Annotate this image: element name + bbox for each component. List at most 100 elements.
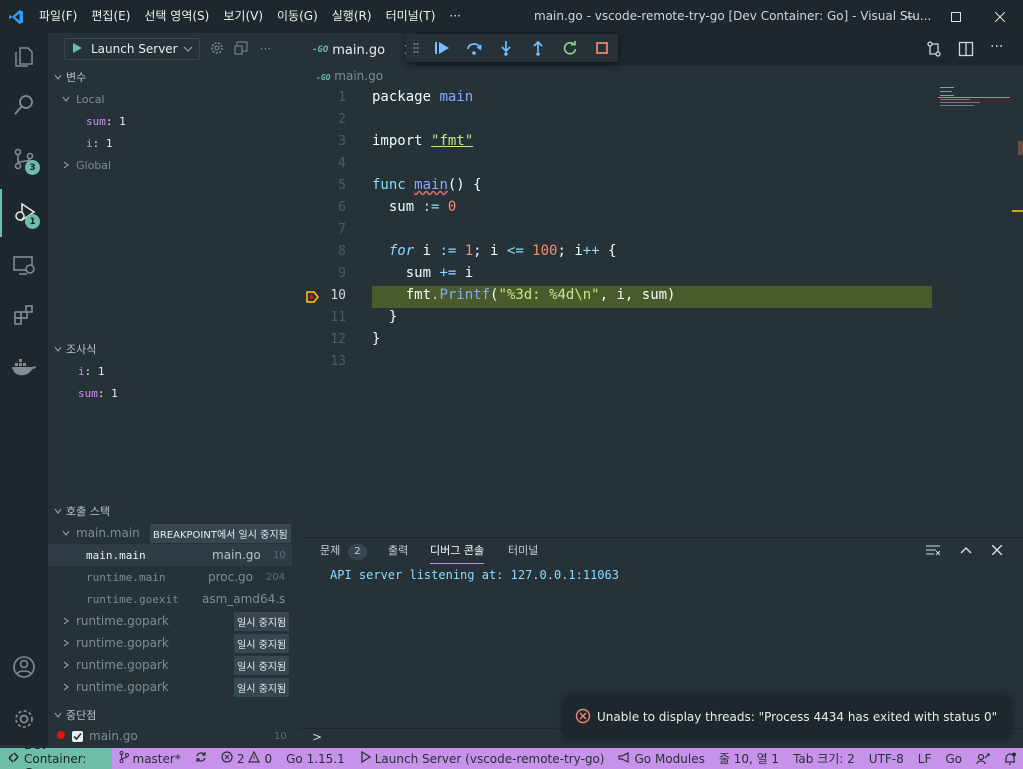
megaphone-icon [618, 751, 630, 766]
cursor-position[interactable]: 줄 10, 열 1 [712, 750, 786, 767]
extensions-icon[interactable] [0, 291, 48, 339]
variables-section-header[interactable]: 변수 [48, 66, 86, 88]
maximize-panel-icon[interactable] [960, 544, 972, 558]
split-editor-icon[interactable] [958, 41, 974, 60]
launch-config-select[interactable]: Launch Server [64, 38, 200, 60]
watch-item[interactable]: sum: 1 [78, 382, 118, 404]
remote-explorer-icon[interactable] [0, 241, 48, 289]
frame-name: runtime.main [86, 570, 166, 584]
tab-size[interactable]: Tab 크기: 2 [786, 750, 862, 767]
maximize-button[interactable] [933, 0, 979, 33]
line-number: 8 [338, 244, 346, 259]
close-panel-icon[interactable] [991, 544, 1003, 558]
menu-run[interactable]: 실행(R) [325, 0, 379, 33]
stack-frame[interactable]: runtime.main proc.go 204 [86, 566, 292, 588]
breadcrumb[interactable]: -GO main.go [316, 69, 383, 83]
sync-button[interactable] [188, 751, 214, 766]
restart-button[interactable] [554, 34, 586, 62]
chevron-down-icon [62, 527, 70, 540]
explorer-icon[interactable] [0, 33, 48, 81]
language-mode[interactable]: Go [938, 752, 969, 766]
start-debug-icon[interactable] [71, 42, 83, 57]
line-number: 5 [338, 178, 346, 193]
menu-selection[interactable]: 선택 영역(S) [137, 0, 216, 33]
live-share-icon[interactable] [969, 752, 997, 765]
step-out-button[interactable] [522, 34, 554, 62]
code-line: package main [372, 89, 474, 105]
menu-file[interactable]: 파일(F) [32, 0, 84, 33]
go-modules-indicator[interactable]: Go Modules [611, 752, 711, 766]
watch-section-header[interactable]: 조사식 [48, 338, 96, 360]
minimize-button[interactable] [887, 0, 933, 33]
notifications-bell-icon[interactable] [997, 752, 1023, 765]
drag-handle-icon[interactable] [406, 34, 426, 62]
variables-local-scope[interactable]: Local [62, 88, 105, 110]
go-version[interactable]: Go 1.15.1 [279, 752, 352, 766]
callstack-section-header[interactable]: 호출 스택 [48, 500, 110, 522]
callstack-thread[interactable]: runtime.gopark 일시 중지됨 [62, 632, 292, 654]
thread-name: main.main [76, 526, 140, 540]
search-icon[interactable] [0, 81, 48, 129]
frame-line: 10 [273, 549, 286, 561]
tab-debug-console[interactable]: 디버그 콘솔 [430, 538, 485, 564]
watch-item[interactable]: i: 1 [78, 360, 105, 382]
variables-global-scope[interactable]: Global [62, 154, 111, 176]
remote-indicator[interactable]: Dev Container: Go [0, 738, 112, 769]
stop-button[interactable] [586, 34, 618, 62]
editor-more-icon[interactable]: ··· [990, 39, 1003, 55]
account-icon[interactable] [0, 643, 48, 691]
frame-line: 204 [266, 571, 286, 583]
debug-console-icon[interactable] [234, 41, 248, 58]
callstack-thread[interactable]: runtime.gopark 일시 중지됨 [62, 654, 292, 676]
problems-indicator[interactable]: 2 0 [214, 750, 279, 766]
docker-icon[interactable] [0, 343, 48, 391]
variable-item[interactable]: i: 1 [86, 132, 113, 154]
frame-name: runtime.goexit [86, 592, 179, 606]
more-actions-icon[interactable]: ··· [260, 42, 271, 56]
line-number: 13 [330, 354, 346, 369]
debug-settings-gear-icon[interactable] [210, 41, 224, 58]
step-over-button[interactable] [458, 34, 490, 62]
encoding[interactable]: UTF-8 [862, 752, 911, 766]
tab-output[interactable]: 출력 [388, 538, 408, 564]
menu-view[interactable]: 보기(V) [216, 0, 270, 33]
go-file-icon: -GO [316, 73, 331, 82]
variables-title: 변수 [66, 71, 87, 84]
menu-edit[interactable]: 편집(E) [84, 0, 137, 33]
menu-more[interactable]: ··· [442, 0, 467, 33]
tab-main-go[interactable]: -GO main.go [300, 33, 416, 66]
open-changes-icon[interactable] [926, 41, 942, 60]
tab-problems[interactable]: 문제 2 [320, 538, 367, 564]
clear-console-icon[interactable] [926, 544, 941, 559]
stack-frame[interactable]: main.main main.go 10 [86, 544, 292, 566]
code-line: } [372, 331, 381, 347]
close-window-button[interactable] [977, 0, 1023, 33]
source-control-icon[interactable]: 3 [0, 135, 48, 183]
menu-go[interactable]: 이동(G) [270, 0, 325, 33]
branch-name: master* [132, 751, 181, 766]
settings-gear-icon[interactable] [0, 695, 48, 743]
launch-indicator[interactable]: Launch Server (vscode-remote-try-go) [352, 750, 612, 766]
callstack-thread[interactable]: runtime.gopark 일시 중지됨 [62, 676, 292, 698]
thread-name: runtime.gopark [76, 680, 169, 694]
breakpoints-section-header[interactable]: 중단점 [48, 704, 96, 726]
problems-count-badge: 2 [348, 544, 367, 560]
thread-name: runtime.gopark [76, 614, 169, 628]
branch-indicator[interactable]: master* [112, 751, 188, 766]
eol[interactable]: LF [911, 752, 939, 766]
thread-status-badge: BREAKPOINT에서 일시 중지됨 [150, 523, 291, 543]
menu-terminal[interactable]: 터미널(T) [379, 0, 443, 33]
step-into-button[interactable] [490, 34, 522, 62]
run-debug-icon[interactable]: 1 [0, 189, 48, 237]
warning-icon [248, 750, 261, 766]
tab-terminal[interactable]: 터미널 [508, 538, 538, 564]
callstack-thread[interactable]: main.main BREAKPOINT에서 일시 중지됨 [62, 522, 300, 544]
notification-toast[interactable]: Unable to display threads: "Process 4434… [565, 697, 1010, 737]
callstack-thread[interactable]: runtime.gopark 일시 중지됨 [62, 610, 292, 632]
continue-button[interactable] [426, 34, 458, 62]
variable-item[interactable]: sum: 1 [86, 110, 126, 132]
stack-frame[interactable]: runtime.goexit asm_amd64.s [86, 588, 292, 610]
line-number: 6 [338, 200, 346, 215]
minimap[interactable] [938, 85, 1010, 115]
watch-name: sum [78, 386, 98, 400]
